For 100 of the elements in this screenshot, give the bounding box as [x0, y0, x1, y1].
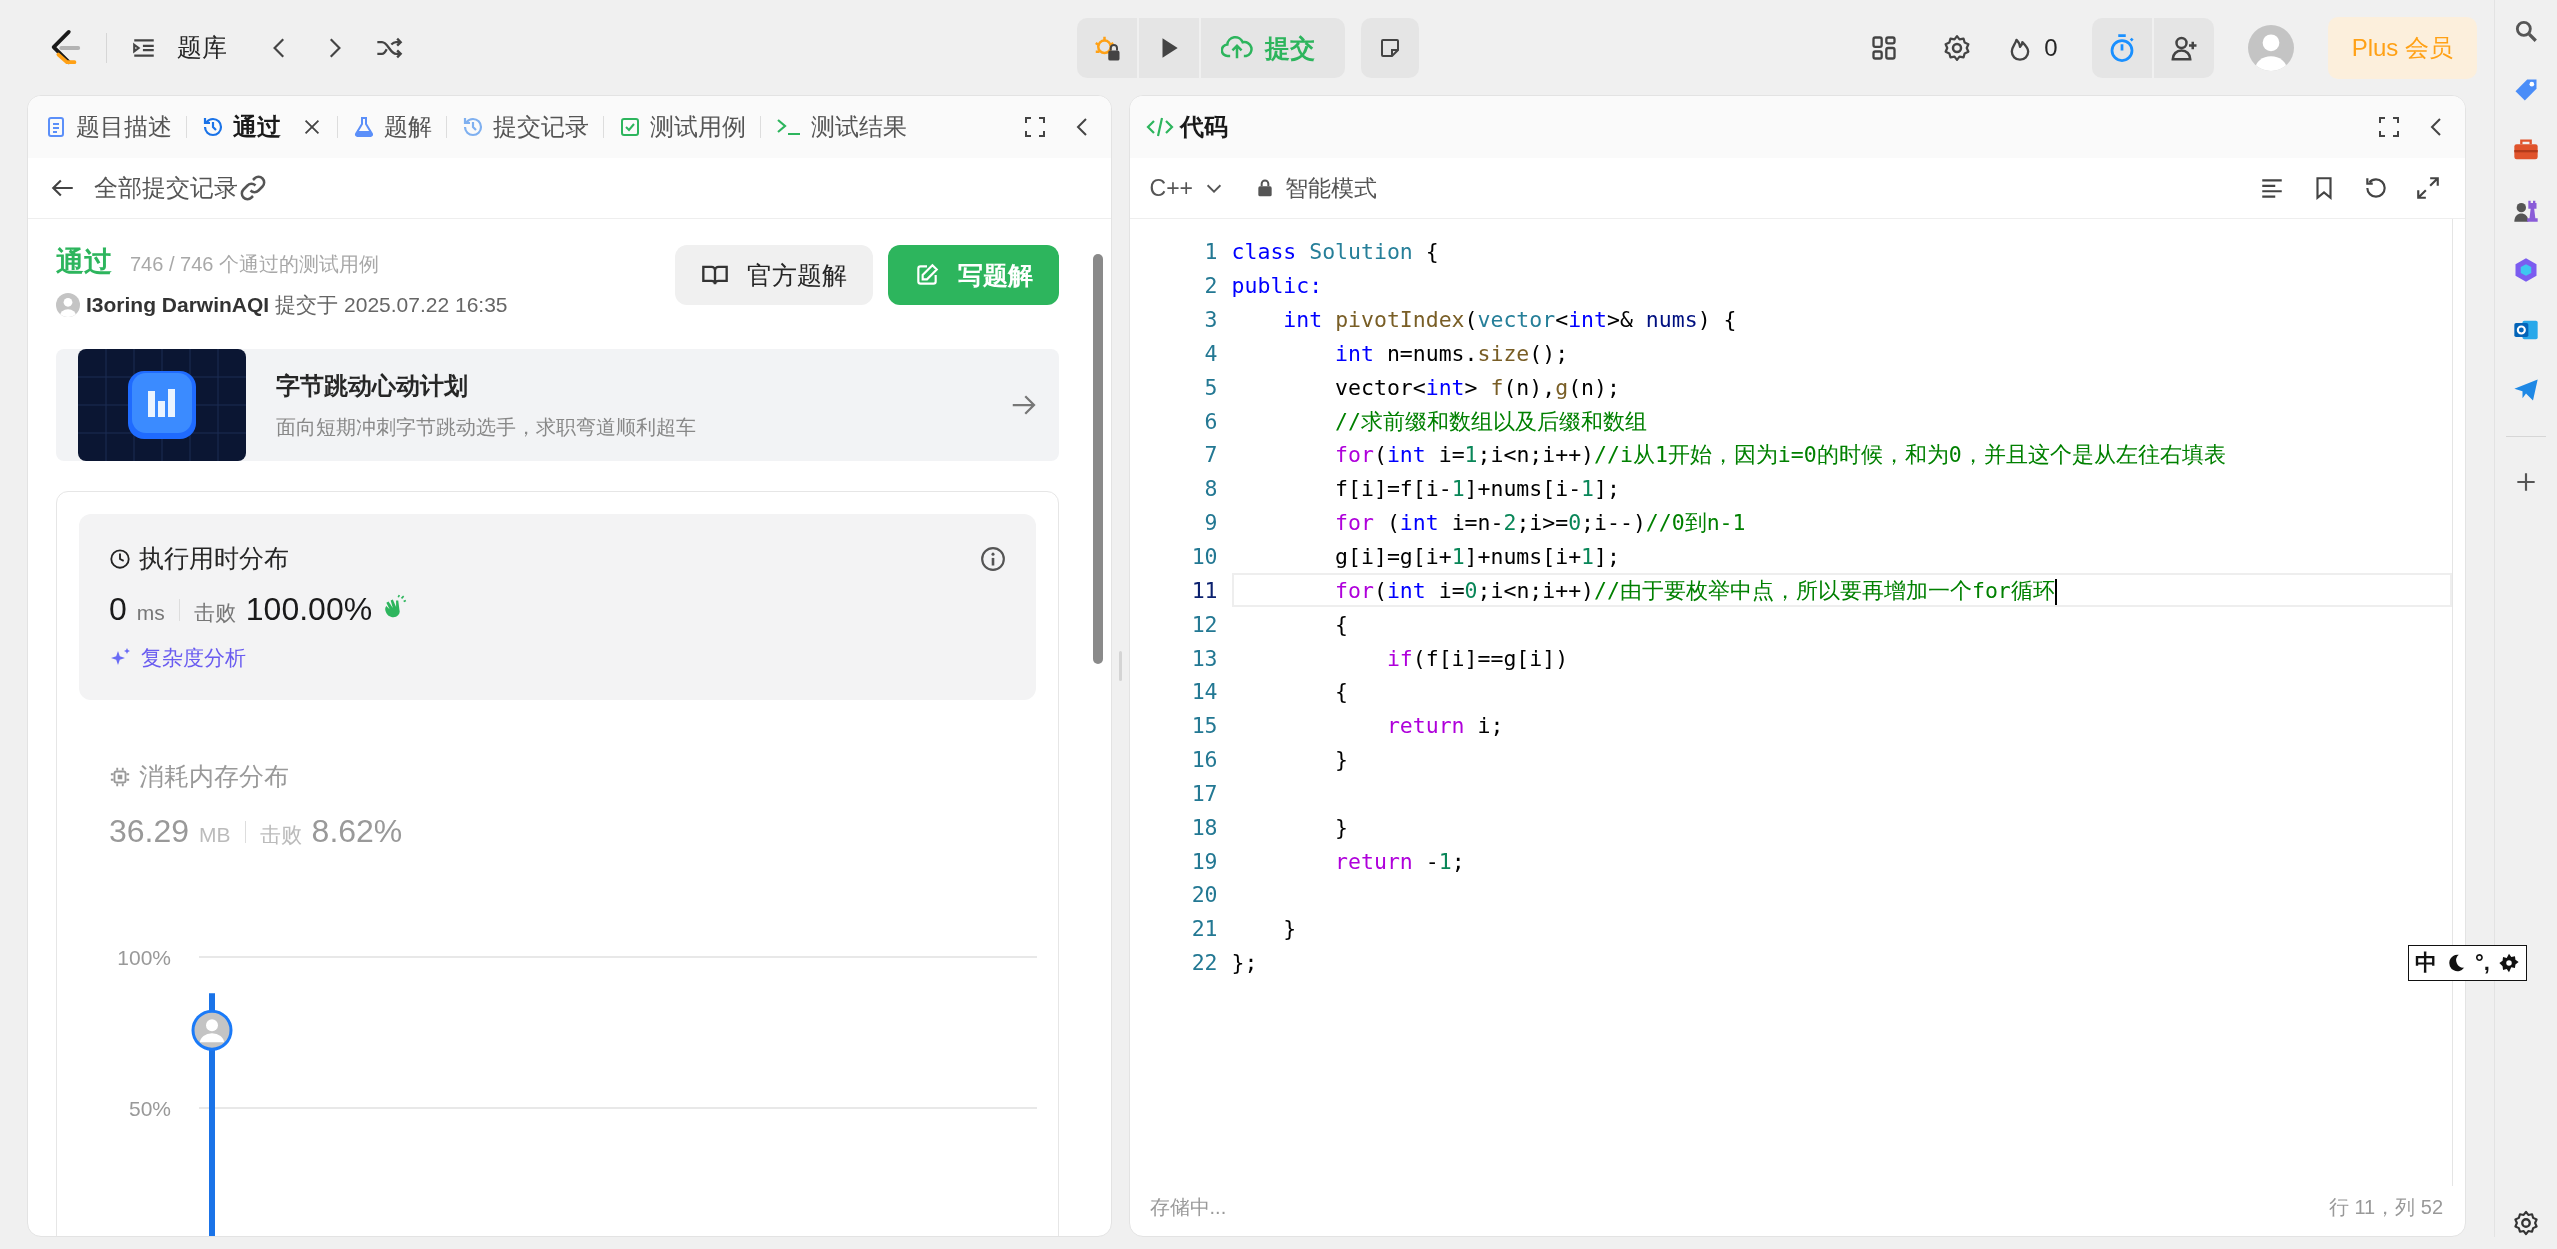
code-line: {	[1334, 679, 1349, 705]
banner-title: 字节跳动心动计划	[276, 370, 469, 401]
problem-list-button[interactable]: 题库	[131, 31, 227, 64]
code-line: if(f[i]==g[i])	[1385, 645, 1569, 671]
code-line: f[i]=f[i-1]+nums[i-1];	[1334, 476, 1620, 502]
line-number: 21	[1190, 916, 1219, 942]
panel-tab[interactable]: 题解	[348, 105, 436, 149]
promo-banner[interactable]: 字节跳动心动计划 面向短期冲刺字节跳动选手，求职弯道顺利超车	[56, 349, 1059, 461]
panel-tab[interactable]: 测试用例	[614, 105, 750, 149]
link-icon[interactable]	[238, 173, 268, 203]
line-number: 20	[1190, 882, 1219, 908]
banner-subtitle: 面向短期冲刺字节跳动选手，求职弯道顺利超车	[276, 414, 697, 440]
fullscreen-icon[interactable]	[1022, 115, 1047, 139]
panel-tab[interactable]: 提交记录	[457, 105, 593, 149]
code-line: {	[1334, 611, 1349, 637]
code-line: int n=nums.size();	[1334, 340, 1569, 366]
line-number: 22	[1190, 950, 1219, 976]
code-line: };	[1231, 950, 1258, 976]
code-line: for (int i=n-2;i>=0;i--)//0到n-1	[1334, 509, 1746, 538]
runtime-unit: ms	[136, 601, 165, 625]
code-line: for(int i=0;i<n;i++)//由于要枚举中点，所以要再增加一个for循环	[1334, 576, 2057, 605]
fullscreen-icon[interactable]	[2377, 115, 2402, 139]
line-number: 6	[1203, 408, 1219, 434]
line-number: 14	[1190, 679, 1219, 705]
scrollbar-thumb[interactable]	[1092, 254, 1103, 664]
runtime-value: 0	[109, 591, 127, 628]
line-number: 2	[1203, 273, 1219, 299]
clock-icon	[109, 547, 131, 570]
chip-icon	[109, 765, 131, 788]
line-number: 19	[1190, 848, 1219, 874]
settings-icon[interactable]	[2497, 952, 2520, 974]
line-number: 15	[1190, 713, 1219, 739]
code-line: class Solution {	[1231, 239, 1439, 265]
expand-icon[interactable]	[2415, 175, 2442, 201]
line-number: 8	[1203, 476, 1219, 502]
code-tab[interactable]: 代码	[1141, 105, 1232, 149]
history-icon	[461, 115, 485, 139]
complexity-analysis-link[interactable]: 复杂度分析	[109, 644, 1006, 672]
run-button[interactable]	[1139, 18, 1199, 78]
line-number: 1	[1203, 239, 1219, 265]
note-button[interactable]	[1361, 18, 1419, 78]
code-line: g[i]=g[i+1]+nums[i+1];	[1334, 544, 1620, 569]
code-line: return -1;	[1334, 848, 1465, 874]
flask-icon	[352, 115, 376, 139]
code-line: int pivotIndex(vector<int>& nums) {	[1282, 307, 1737, 333]
panel-tab[interactable]: 通过	[197, 105, 327, 149]
line-number: 7	[1203, 442, 1219, 468]
passed-count: 746 / 746 个通过的测试用例	[130, 252, 379, 277]
line-number: 12	[1190, 611, 1219, 637]
cursor-position: 行 11，列 52	[2328, 1194, 2444, 1220]
code-line: return i;	[1385, 713, 1504, 739]
language-select[interactable]: C++	[1149, 174, 1226, 202]
line-number: 11	[1190, 577, 1219, 603]
official-solution-button[interactable]: 官方题解	[674, 245, 873, 305]
line-number: 4	[1203, 340, 1219, 366]
beats-label: 击败	[259, 822, 302, 848]
code-line: }	[1282, 916, 1297, 942]
memory-value: 36.29	[109, 813, 190, 850]
submit-time: 提交于 2025.07.22 16:35	[275, 292, 508, 318]
code-line: }	[1334, 747, 1349, 773]
line-number: 9	[1203, 510, 1219, 536]
beats-percent: 100.00%	[245, 591, 373, 628]
result-status: 通过	[56, 245, 112, 279]
memory-unit: MB	[199, 823, 231, 847]
memory-title: 消耗内存分布	[139, 761, 289, 792]
clapping-hands-icon	[382, 594, 409, 620]
info-icon[interactable]	[979, 545, 1006, 572]
back-link[interactable]: 全部提交记录	[50, 172, 238, 204]
history-icon	[201, 115, 225, 139]
line-number: 10	[1190, 544, 1219, 569]
user-marker	[191, 1009, 233, 1051]
panel-tab[interactable]: 题目描述	[40, 105, 176, 149]
runtime-title: 执行用时分布	[139, 543, 289, 574]
settings-icon[interactable]	[2512, 1209, 2540, 1237]
search-icon[interactable]	[2513, 18, 2539, 44]
code-line: vector<int> f(n),g(n);	[1334, 374, 1620, 400]
code-line: for(int i=1;i<n;i++)//i从1开始，因为i=0的时候，和为0，并且这个是从左往右填表	[1334, 441, 2226, 470]
layout-icon[interactable]	[1870, 33, 1899, 62]
smart-mode-button[interactable]: 智能模式	[1255, 172, 1378, 204]
code-icon	[1145, 115, 1174, 139]
checkbox-icon	[618, 115, 642, 139]
line-number: 3	[1203, 307, 1219, 333]
line-number: 16	[1190, 747, 1219, 773]
line-number: 5	[1203, 374, 1219, 400]
axis-label: 50%	[128, 1097, 171, 1120]
streak-button[interactable]: 0	[2006, 33, 2058, 62]
punctuation-mode[interactable]: °,	[2475, 950, 2490, 976]
line-number: 17	[1190, 780, 1219, 806]
save-status: 存储中...	[1149, 1194, 1227, 1220]
panel-tab[interactable]: 测试结果	[771, 105, 911, 149]
code-line: }	[1334, 814, 1349, 840]
add-friend-button[interactable]	[2153, 17, 2214, 78]
beats-label: 击败	[193, 600, 236, 626]
input-mode[interactable]: 中	[2415, 948, 2437, 978]
axis-label: 100%	[117, 946, 171, 969]
author-name[interactable]: I3oring DarwinAQI	[86, 293, 270, 317]
debug-button[interactable]	[1077, 18, 1137, 78]
code-line: //求前缀和数组以及后缀和数组	[1334, 407, 1647, 436]
note-icon	[1378, 36, 1402, 60]
line-number: 13	[1190, 645, 1219, 671]
